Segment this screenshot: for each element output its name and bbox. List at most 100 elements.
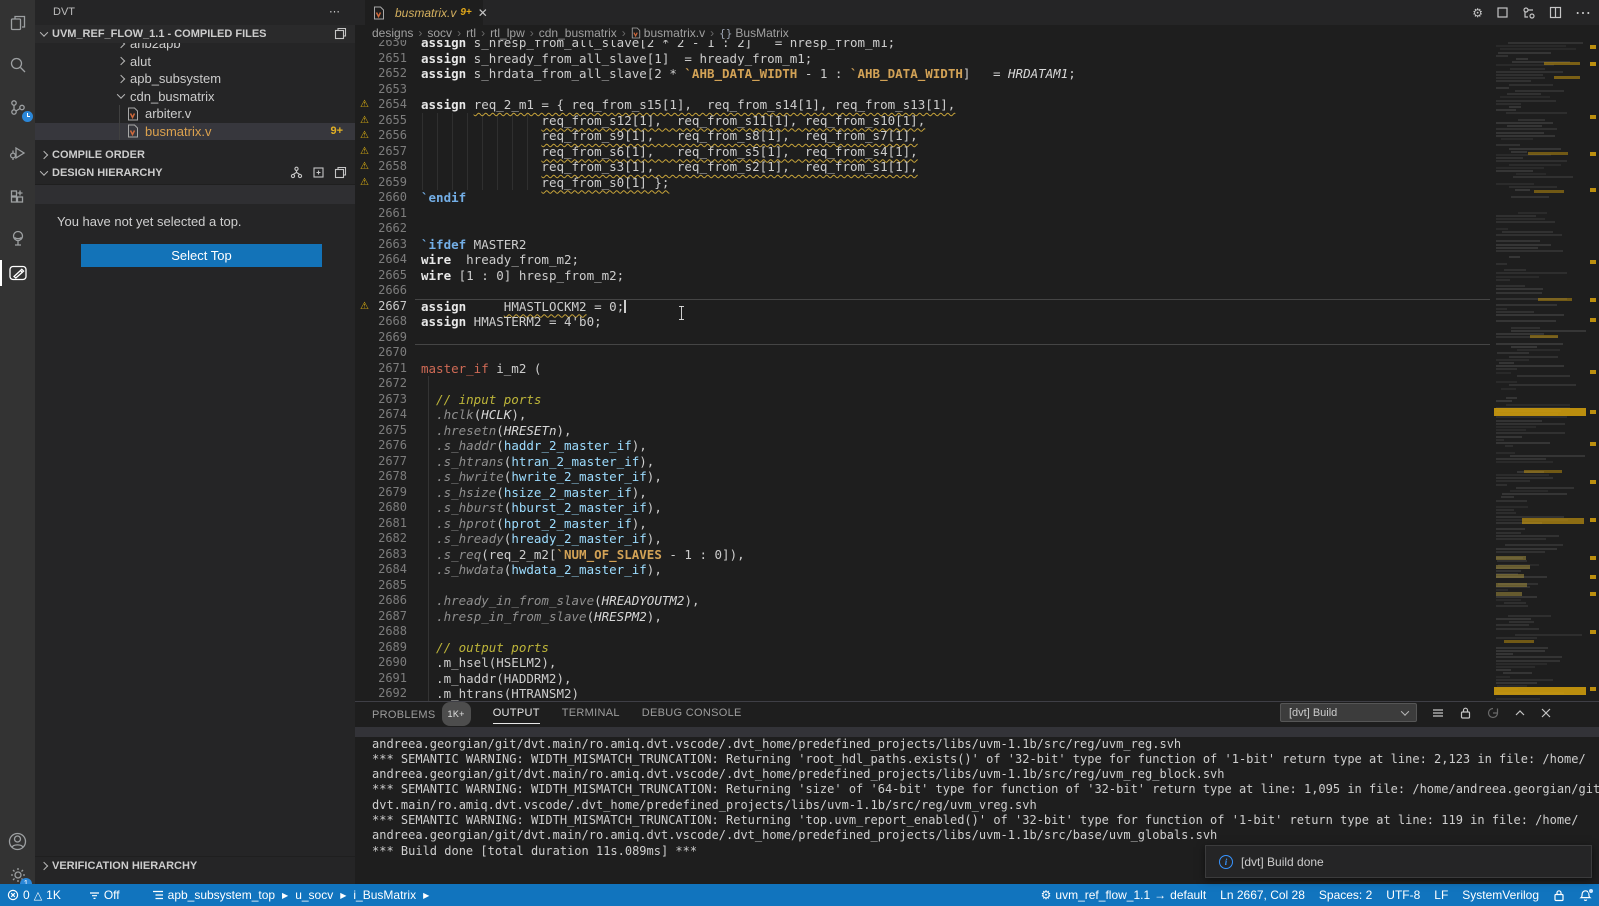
collapse-all-icon[interactable] (334, 166, 347, 179)
encoding[interactable]: UTF-8 (1379, 884, 1427, 906)
tab-terminal[interactable]: TERMINAL (562, 702, 620, 724)
notifications-bell-icon[interactable] (1572, 884, 1599, 906)
breadcrumb-item-cdn_busmatrix[interactable]: cdn_busmatrix (539, 26, 617, 40)
tree-item-alut[interactable]: alut (35, 53, 355, 71)
output-line: andreea.georgian/git/dvt.main/ro.amiq.dv… (372, 828, 1599, 843)
tab-problems[interactable]: PROBLEMS1K+ (372, 702, 471, 724)
minimap-line (1496, 381, 1517, 383)
code-line: 2654⚠assign req_2_m1 = { req_from_s15[1]… (355, 97, 1494, 113)
indentation[interactable]: Spaces: 2 (1312, 884, 1379, 906)
code-line: 2663`ifdef MASTER2 (355, 237, 1494, 253)
code-text: .s_hwrite(hwrite_2_master_if), (421, 469, 662, 485)
type-hierarchy-icon[interactable] (290, 166, 303, 179)
minimap-line (1496, 77, 1545, 79)
code-line: 2677 .s_htrans(htran_2_master_if), (355, 454, 1494, 470)
editor-more-actions-icon[interactable]: ⋯ (1575, 3, 1591, 23)
split-editor-icon[interactable] (1549, 6, 1562, 19)
extensions-icon[interactable] (0, 183, 35, 213)
minimap-line (1496, 368, 1517, 370)
problems-status[interactable]: 0 △ 1K (0, 884, 68, 906)
minimap-line (1510, 490, 1548, 492)
account-icon[interactable] (0, 826, 35, 856)
line-number: 2673 (355, 392, 407, 408)
tree-item-busmatrix.v[interactable]: busmatrix.v9+ (35, 123, 355, 141)
tabs-lock-icon[interactable] (1546, 884, 1572, 906)
notification-toast[interactable]: i [dvt] Build done (1205, 845, 1592, 878)
error-count: 0 (23, 888, 30, 902)
minimap-line (1496, 628, 1539, 630)
project-status[interactable]: ⚙ uvm_ref_flow_1.1 → default (1034, 884, 1214, 906)
code-line: 2681 .s_hprot(hprot_2_master_if), (355, 516, 1494, 532)
ruler-warning-mark (1590, 687, 1596, 691)
expand-all-icon[interactable] (312, 166, 325, 179)
tree-item-label: cdn_busmatrix (130, 89, 215, 104)
design-tree-icon[interactable] (0, 223, 35, 253)
close-panel-icon[interactable] (1540, 707, 1552, 719)
minimap-line (1496, 372, 1511, 374)
maximize-panel-icon[interactable] (1514, 707, 1526, 719)
run-simulation-icon[interactable] (0, 138, 35, 168)
filter-status[interactable]: Off (82, 884, 127, 906)
tree-item-ahb2apb[interactable]: ahb2apb (35, 43, 355, 53)
dvt-editor-icon[interactable] (0, 258, 35, 288)
cursor-position[interactable]: Ln 2667, Col 28 (1213, 884, 1312, 906)
breadcrumb-item-busmatrix.v[interactable]: busmatrix.v (631, 26, 705, 40)
editor-gear-icon[interactable]: ⚙ (1472, 6, 1483, 20)
code-text: wire hready_from_m2; (421, 252, 579, 268)
section-verification-hierarchy[interactable]: VERIFICATION HIERARCHY (35, 856, 355, 874)
breadcrumb-item-rtl_lpw[interactable]: rtl_lpw (490, 26, 525, 40)
eol-sequence[interactable]: LF (1427, 884, 1455, 906)
tab-debug-console[interactable]: DEBUG CONSOLE (642, 702, 742, 724)
search-icon[interactable] (0, 50, 35, 80)
language-mode[interactable]: SystemVerilog (1455, 884, 1546, 906)
section-design-hierarchy[interactable]: DESIGN HIERARCHY (35, 164, 355, 182)
sidebar-more-icon[interactable]: ⋯ (329, 0, 341, 25)
open-changes-icon[interactable] (1496, 6, 1509, 19)
breadcrumb-item-socv[interactable]: socv (427, 26, 452, 40)
code-area[interactable]: 2650assign s_hresp_from_all_slave[2 * 2 … (355, 40, 1494, 701)
gutter-warning-icon: ⚠ (360, 113, 369, 129)
compile-status-icon[interactable] (0, 93, 35, 123)
breadcrumb-item-rtl[interactable]: rtl (466, 26, 476, 40)
lock-scroll-icon[interactable] (1459, 706, 1472, 720)
code-text: assign s_hready_from_all_slave[1] = hrea… (421, 51, 812, 67)
open-editors-icon[interactable] (334, 27, 347, 40)
tab-busmatrix[interactable]: busmatrix.v 9+ ✕ (365, 0, 483, 25)
tree-item-arbiter.v[interactable]: arbiter.v (35, 105, 355, 123)
breadcrumb-item-designs[interactable]: designs (372, 26, 413, 40)
minimap-line (1496, 234, 1562, 236)
code-line: 2687 .hresp_in_from_slave(HRESPM2), (355, 609, 1494, 625)
overview-ruler[interactable] (1589, 40, 1597, 701)
hierarchy-breadcrumb[interactable]: apb_subsystem_top▶ u_socv▶ i_BusMatrix▶ (145, 884, 440, 906)
minimap-line (1496, 74, 1543, 76)
minimap-line (1510, 455, 1585, 457)
clear-output-icon[interactable] (1431, 706, 1445, 720)
trace-connections-icon[interactable] (1522, 6, 1536, 20)
section-compile-order[interactable]: COMPILE ORDER (35, 146, 355, 164)
notification-text: [dvt] Build done (1241, 855, 1324, 869)
minimap-line (1497, 352, 1529, 354)
code-line: 2652assign s_hrdata_from_all_slave[2 * `… (355, 66, 1494, 82)
minimap[interactable] (1494, 40, 1586, 701)
section-compiled-files[interactable]: UVM_REF_FLOW_1.1 - COMPILED FILES (35, 25, 355, 43)
code-line: 2656⚠ req_from_s9[1], req_from_s8[1], re… (355, 128, 1494, 144)
minimap-line (1496, 100, 1556, 102)
tab-close-icon[interactable]: ✕ (478, 6, 488, 20)
output-channel-select[interactable]: [dvt] Build (1280, 703, 1417, 722)
explorer-icon[interactable] (0, 8, 35, 38)
tab-output[interactable]: OUTPUT (493, 702, 540, 724)
error-icon (7, 889, 19, 901)
open-log-icon[interactable] (1486, 706, 1500, 720)
minimap-line (1496, 452, 1515, 454)
warning-count: 1K (46, 888, 61, 902)
minimap-line (1496, 605, 1528, 607)
code-line: 2660`endif (355, 190, 1494, 206)
activity-bar: 1 (0, 0, 35, 884)
code-line: 2679 .s_hsize(hsize_2_master_if), (355, 485, 1494, 501)
minimap-line (1496, 279, 1510, 281)
tree-item-apb_subsystem[interactable]: apb_subsystem (35, 70, 355, 88)
breadcrumb-item-BusMatrix[interactable]: {}BusMatrix (719, 26, 789, 40)
tree-item-cdn_busmatrix[interactable]: cdn_busmatrix (35, 88, 355, 106)
minimap-line (1506, 397, 1516, 399)
select-top-button[interactable]: Select Top (81, 244, 322, 267)
